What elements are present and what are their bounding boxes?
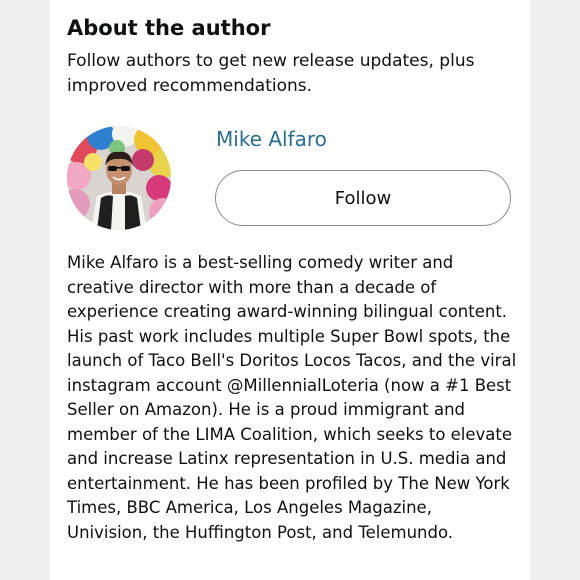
author-name-link[interactable]: Mike Alfaro (216, 127, 327, 151)
author-bio: Mike Alfaro is a best-selling comedy wri… (67, 253, 517, 542)
author-avatar[interactable] (67, 126, 171, 230)
about-author-card: About the author Follow authors to get n… (50, 0, 530, 580)
section-heading: About the author (67, 16, 271, 40)
section-subtitle: Follow authors to get new release update… (67, 51, 475, 96)
author-photo (67, 126, 171, 230)
follow-button[interactable]: Follow (215, 170, 511, 226)
